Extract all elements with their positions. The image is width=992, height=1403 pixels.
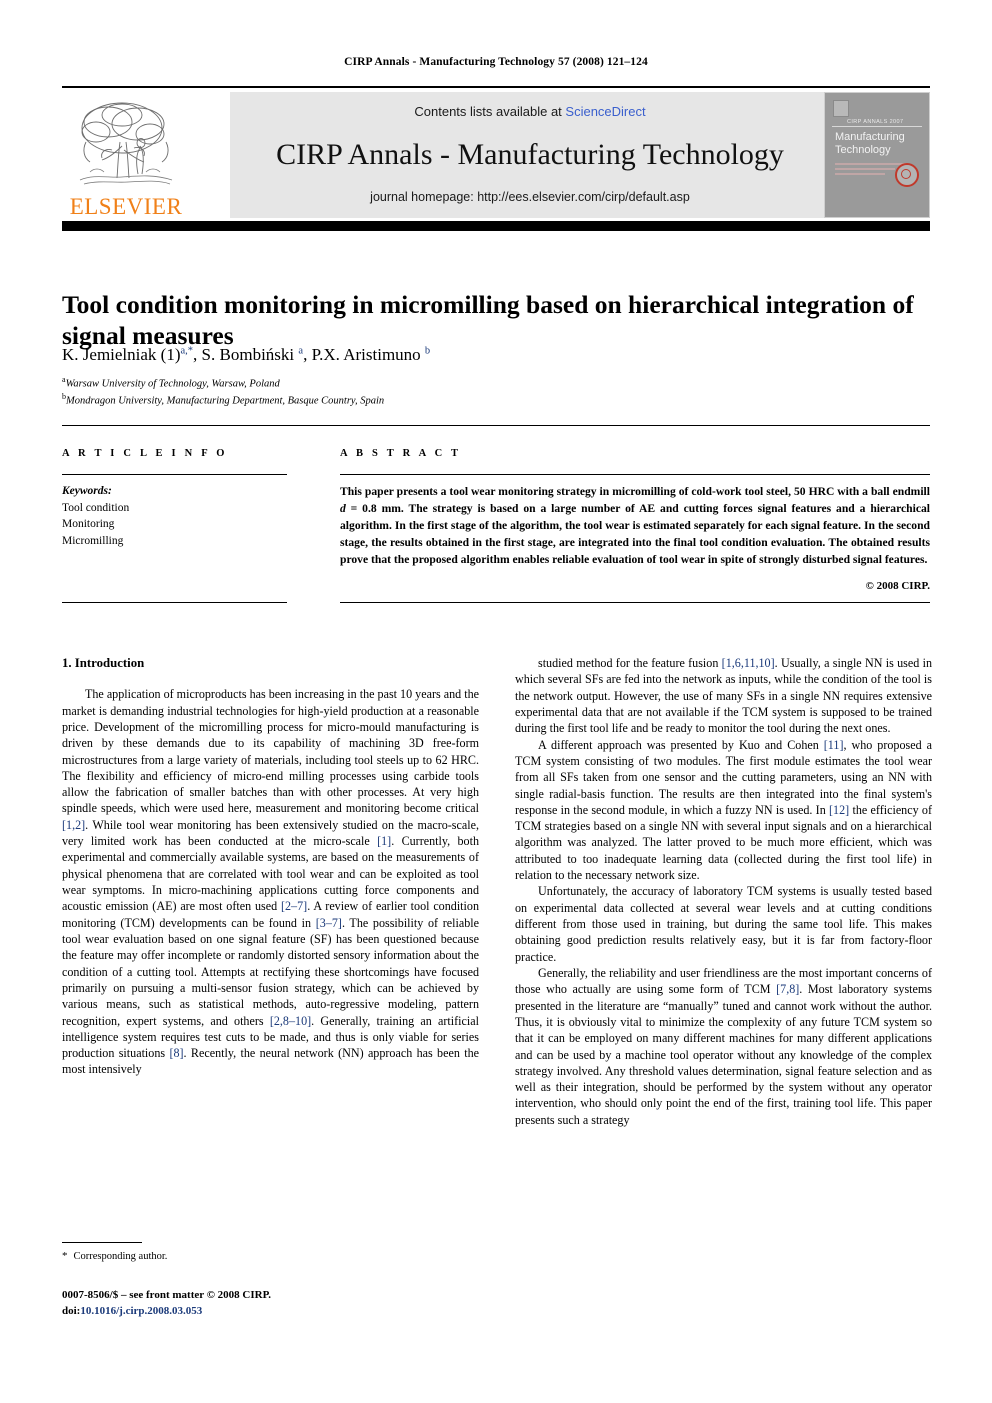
article-info-bottom-rule: [62, 602, 287, 603]
cover-title-line1: Manufacturing: [835, 131, 905, 143]
contents-prefix: Contents lists available at: [414, 104, 566, 119]
affiliations: aWarsaw University of Technology, Warsaw…: [62, 375, 930, 408]
abstract-text: This paper presents a tool wear monitori…: [340, 485, 930, 567]
paper-page: CIRP Annals - Manufacturing Technology 5…: [0, 0, 992, 1403]
imprint-block: 0007-8506/$ – see front matter © 2008 CI…: [62, 1288, 492, 1320]
affiliation-a-text: Warsaw University of Technology, Warsaw,…: [65, 378, 280, 390]
cirp-seal-icon: [895, 163, 919, 187]
elsevier-tree-icon: [79, 102, 173, 185]
cover-divider: [832, 126, 922, 127]
imprint-line: 0007-8506/$ – see front matter © 2008 CI…: [62, 1289, 272, 1301]
journal-title: CIRP Annals - Manufacturing Technology: [276, 137, 784, 171]
section-heading-introduction: 1. Introduction: [62, 656, 145, 670]
paragraph: Generally, the reliability and user frie…: [515, 965, 932, 1127]
affiliation-b-text: Mondragon University, Manufacturing Depa…: [66, 395, 385, 407]
paragraph: A different approach was presented by Ku…: [515, 737, 933, 883]
body-column-left: 1. Introduction The application of micro…: [62, 655, 479, 1078]
paragraph: studied method for the feature fusion [1…: [515, 656, 932, 736]
keyword-item: Monitoring: [62, 518, 115, 531]
abstract-rule: [340, 474, 930, 475]
paragraph: The application of microproducts has bee…: [62, 687, 479, 1077]
elsevier-wordmark: ELSEVIER: [69, 194, 183, 219]
corresponding-author-footnote: * Corresponding author.: [62, 1250, 479, 1262]
journal-banner: Contents lists available at ScienceDirec…: [230, 92, 830, 218]
abstract-label: A B S T R A C T: [340, 448, 462, 459]
doi-line: doi:10.1016/j.cirp.2008.03.053: [62, 1304, 492, 1320]
affiliation-b: bMondragon University, Manufacturing Dep…: [62, 391, 385, 407]
running-head: CIRP Annals - Manufacturing Technology 5…: [344, 56, 648, 68]
keyword-item: Micromilling: [62, 535, 124, 548]
journal-cover-thumbnail: CIRP ANNALS 2007 Manufacturing Technolog…: [824, 92, 930, 218]
cover-title-line2: Technology: [835, 143, 891, 156]
abstract-bottom-rule: [340, 602, 930, 603]
keyword-item: Tool condition: [62, 501, 130, 514]
journal-homepage-link[interactable]: journal homepage: http://ees.elsevier.co…: [370, 190, 690, 204]
abstract-copyright: © 2008 CIRP.: [865, 580, 930, 592]
article-info-rule: [62, 474, 287, 475]
paragraph: Unfortunately, the accuracy of laborator…: [515, 884, 932, 964]
header-black-bar: [62, 221, 930, 231]
footnote-marker: *: [62, 1250, 68, 1262]
footnote-text: Corresponding author.: [73, 1251, 168, 1262]
keywords-heading: Keywords:: [62, 485, 112, 497]
author-list: K. Jemielniak (1)a,*, S. Bombiński a, P.…: [62, 345, 431, 364]
cover-kicker: CIRP ANNALS 2007: [845, 119, 906, 125]
page-title: Tool condition monitoring in micromillin…: [62, 290, 914, 351]
body-column-right: studied method for the feature fusion [1…: [515, 655, 932, 1128]
cover-title: Manufacturing Technology: [835, 131, 905, 156]
doi-prefix: doi:: [62, 1304, 81, 1317]
journal-header-band: ELSEVIER Contents lists available at Sci…: [62, 86, 930, 218]
doi-link[interactable]: 10.1016/j.cirp.2008.03.053: [80, 1305, 202, 1317]
sciencedirect-link[interactable]: ScienceDirect: [565, 104, 645, 119]
cover-emblem-icon: [833, 100, 849, 117]
footnote-rule: [62, 1242, 142, 1243]
elsevier-logo: ELSEVIER: [62, 92, 190, 218]
keywords-block: Keywords: Tool condition Monitoring Micr…: [62, 483, 302, 550]
affiliation-a: aWarsaw University of Technology, Warsaw…: [62, 375, 280, 390]
article-info-label: A R T I C L E I N F O: [62, 448, 228, 459]
info-block-top-rule: [62, 425, 930, 426]
contents-lists-line: Contents lists available at ScienceDirec…: [414, 104, 645, 119]
